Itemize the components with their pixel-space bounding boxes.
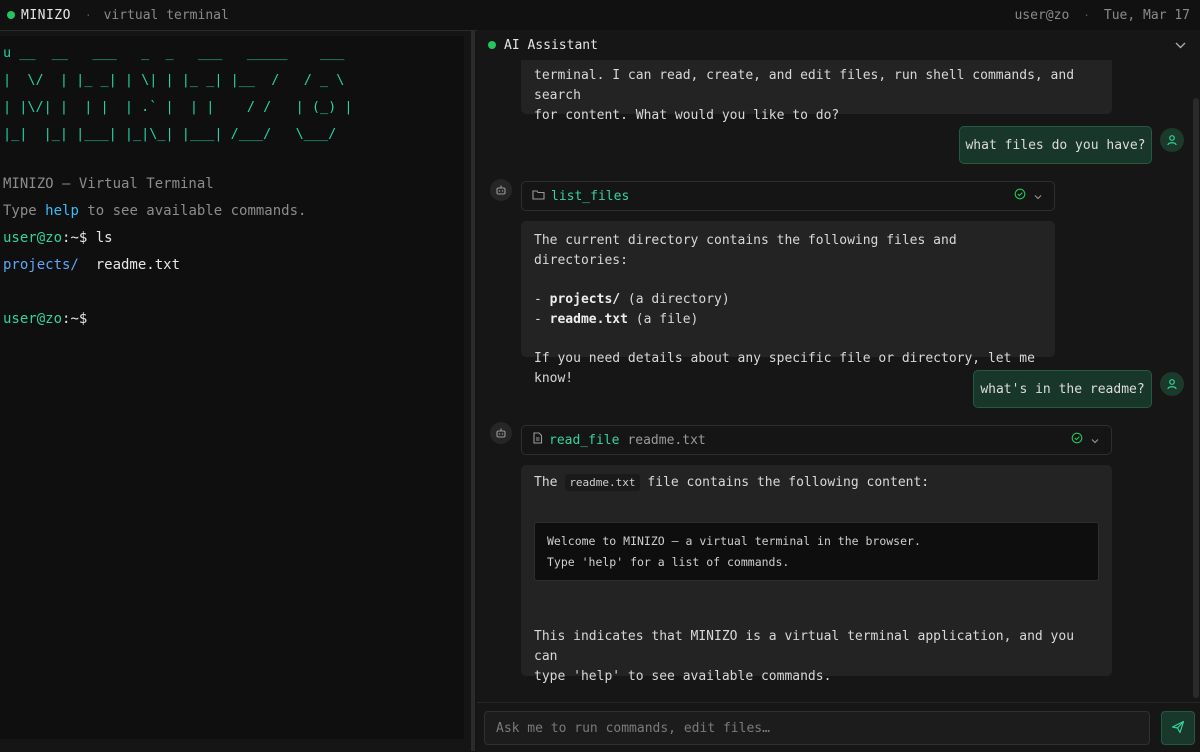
reply2-end-2: type 'help' to see available commands. [534,669,832,684]
prompt-path: :~$ [62,311,88,327]
code-block: Welcome to MINIZO — a virtual terminal i… [534,522,1099,581]
tool-status [1071,432,1099,448]
tool-status [1014,188,1042,204]
assistant-message-reply-1: The current directory contains the follo… [521,221,1055,386]
ascii-banner: u __ __ ___ _ _ ___ _____ ___ | \/ | |_ … [3,45,353,142]
reply2-footer: This indicates that MINIZO is a virtual … [521,627,1112,684]
tool-name: read_file [549,432,620,448]
reply1-item-2: - readme.txt (a file) [534,310,1042,330]
reply2-post: file contains the following content: [639,475,930,490]
code-line-2: Type 'help' for a list of commands. [547,555,790,569]
prompt-user: user@zo [3,230,63,246]
intro-line-1: terminal. I can read, create, and edit f… [534,68,1075,103]
ls-directory: projects/ [3,257,79,273]
command-text: ls [87,230,113,246]
terminal-help-line: Type help to see available commands. [3,203,306,219]
tool-name: list_files [551,188,630,204]
reply2-line-1: The readme.txt file contains the followi… [534,473,1099,493]
status-dot [7,11,15,19]
prompt-user: user@zo [3,311,63,327]
reply1-item-1-desc: (a directory) [620,292,730,307]
reply1-item-1-name: projects/ [549,292,621,307]
check-circle-icon [1014,188,1026,204]
send-button[interactable] [1161,711,1195,745]
folder-icon [532,189,545,204]
tool-argument: readme.txt [627,432,706,448]
assistant-status-dot [488,41,496,49]
title-separator: · [84,8,92,22]
terminal-intro: MINIZO — Virtual Terminal [3,176,214,192]
date-label: Tue, Mar 17 [1103,7,1190,23]
assistant-header[interactable]: AI Assistant [477,30,1200,60]
expand-chevron-icon[interactable] [1034,189,1042,204]
ls-file: readme.txt [95,257,181,273]
tool-call-list-files[interactable]: list_files [521,181,1055,211]
right-separator: · [1083,8,1090,22]
user-avatar-icon [1160,128,1184,152]
user-message: what's in the readme? [973,370,1152,408]
reply2-pre: The [534,475,566,490]
reply1-item-2-desc: (a file) [627,312,699,327]
inline-code: readme.txt [565,474,640,491]
reply1-item-2-name: readme.txt [549,312,628,327]
chevron-down-icon[interactable] [1175,38,1186,52]
check-circle-icon [1071,432,1083,448]
assistant-panel: AI Assistant terminal. I can read, creat… [477,30,1200,752]
terminal-pane[interactable]: u __ __ ___ _ _ ___ _____ ___ | \/ | |_ … [0,36,464,739]
user-avatar-icon [1160,372,1184,396]
bullet-dash: - [534,292,550,307]
assistant-title: AI Assistant [504,37,598,53]
help-suffix: to see available commands. [78,203,307,219]
top-bar-right: user@zo · Tue, Mar 17 [1014,8,1200,23]
user-label: user@zo [1014,7,1070,23]
chat-input-bar [477,702,1200,752]
help-prefix: Type [3,203,46,219]
pane-divider[interactable] [471,30,475,751]
ls-output: projects/ readme.txt [3,257,180,273]
prompt-path: :~$ [62,230,88,246]
assistant-message-intro: terminal. I can read, create, and edit f… [521,60,1112,123]
prompt-line-2[interactable]: user@zo:~$ [3,311,87,327]
prompt-line-1: user@zo:~$ ls [3,230,113,246]
intro-line-2: for content. What would you like to do? [534,108,840,123]
app-title: MINIZO [21,7,71,23]
user-message: what files do you have? [959,126,1152,164]
tool-call-read-file[interactable]: read_file readme.txt [521,425,1112,455]
help-keyword: help [45,203,79,219]
top-bar: MINIZO · virtual terminal user@zo · Tue,… [0,0,1200,31]
reply1-line-end: If you need details about any specific f… [534,351,1035,386]
file-icon [532,432,543,448]
bot-avatar-icon [490,422,512,444]
expand-chevron-icon[interactable] [1091,433,1099,448]
bot-avatar-icon [490,179,512,201]
app-subtitle: virtual terminal [103,7,229,23]
reply2-end-1: This indicates that MINIZO is a virtual … [534,629,1075,664]
reply1-line-1: The current directory contains the follo… [534,233,957,268]
bullet-dash: - [534,312,550,327]
chat-input[interactable] [484,711,1150,745]
reply1-item-1: - projects/ (a directory) [534,290,1042,310]
code-line-1: Welcome to MINIZO — a virtual terminal i… [547,534,921,548]
chat-scrollbar[interactable] [1193,98,1199,698]
send-icon [1171,719,1185,738]
